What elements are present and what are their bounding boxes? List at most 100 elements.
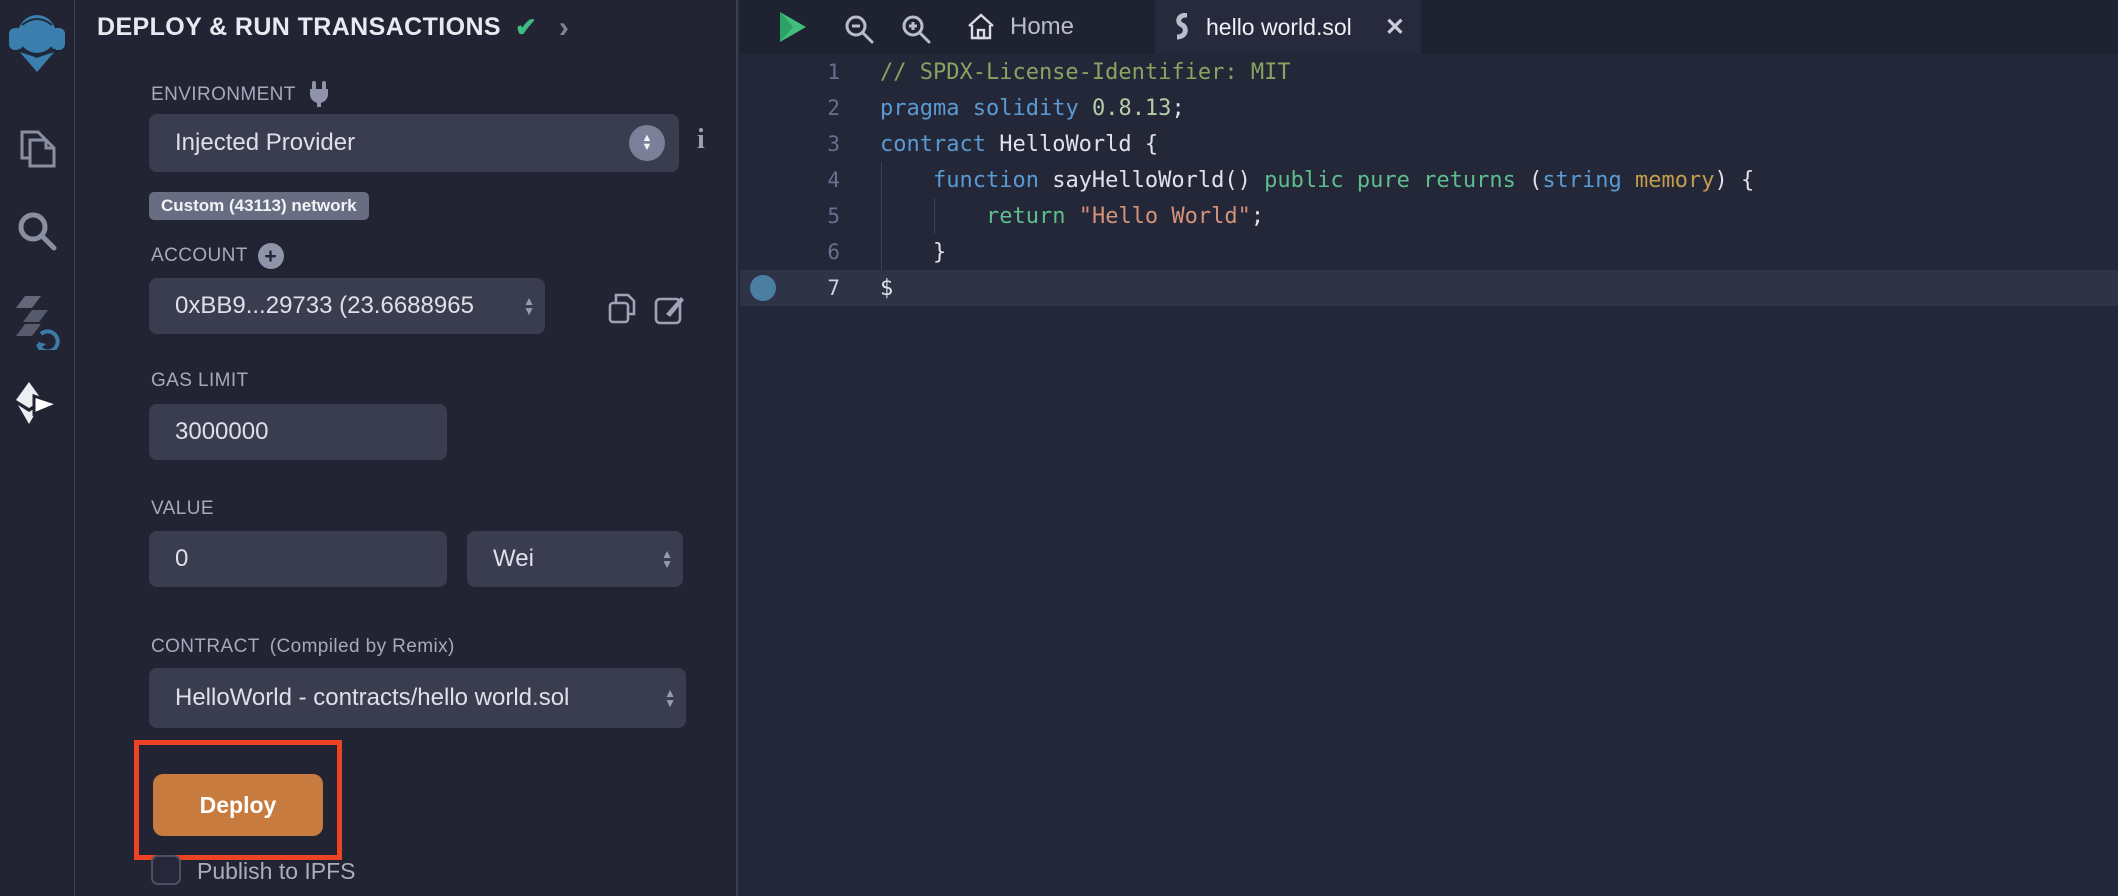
indent-guide [934,198,935,234]
environment-value: Injected Provider [175,129,355,157]
tab-home[interactable]: Home [948,0,1092,54]
code-line-6[interactable]: 6 } [740,234,2118,270]
deploy-run-icon[interactable] [0,380,74,428]
deploy-run-panel: DEPLOY & RUN TRANSACTIONS ✔ › ENVIRONMEN… [75,0,738,896]
icon-rail [0,0,75,896]
run-script-icon[interactable] [774,9,810,45]
edit-account-icon[interactable] [653,292,687,326]
value-amount: 0 [175,545,188,573]
code-token: $ [880,276,893,301]
success-check-icon: ✔ [515,12,537,43]
line-number: 1 [786,60,840,84]
file-explorer-icon[interactable] [0,126,74,172]
code-text: function sayHelloWorld() public pure ret… [840,168,1754,193]
remix-logo-icon[interactable] [0,10,74,76]
add-account-icon[interactable]: + [258,243,284,269]
code-line-7[interactable]: 7$ [740,270,2118,306]
code-token: public [1264,168,1343,193]
code-token: solidity [973,96,1079,121]
account-select-arrows-icon[interactable]: ▲▼ [523,296,535,316]
contract-select-arrows-icon[interactable]: ▲▼ [664,688,676,708]
solidity-compiler-icon[interactable] [0,294,74,350]
breakpoint-margin[interactable] [740,275,786,301]
remix-ide-window: DEPLOY & RUN TRANSACTIONS ✔ › ENVIRONMEN… [0,0,2118,896]
value-input[interactable]: 0 [149,531,447,587]
line-number: 4 [786,168,840,192]
account-label-row: ACCOUNT + [151,243,284,269]
breakpoint-dot[interactable] [750,275,776,301]
line-number: 6 [786,240,840,264]
gas-limit-input[interactable]: 3000000 [149,404,447,460]
editor-tabbar: Home hello world.sol ✕ [740,0,2118,54]
code-text: return "Hello World"; [840,204,1264,229]
code-token [1410,168,1423,193]
code-token [1344,168,1357,193]
contract-select[interactable]: HelloWorld - contracts/hello world.sol ▲… [149,668,686,728]
contract-label-row: CONTRACT (Compiled by Remix) [151,636,455,658]
line-number: 7 [786,276,840,300]
code-token [1065,204,1078,229]
code-token: pragma [880,96,959,121]
panel-title: DEPLOY & RUN TRANSACTIONS [97,13,501,42]
code-line-2[interactable]: 2pragma solidity 0.8.13; [740,90,2118,126]
tab-file-label: hello world.sol [1206,14,1372,41]
code-token: string [1542,168,1621,193]
code-line-5[interactable]: 5 return "Hello World"; [740,198,2118,234]
environment-select-arrows-icon[interactable]: ▲▼ [629,125,665,161]
tab-hello-world-sol[interactable]: hello world.sol ✕ [1155,0,1421,54]
value-unit: Wei [493,545,534,573]
publish-ipfs-checkbox[interactable] [151,855,181,885]
code-token [880,204,986,229]
code-text: pragma solidity 0.8.13; [840,96,1185,121]
value-unit-select[interactable]: Wei ▲▼ [467,531,683,587]
code-token: returns [1423,168,1516,193]
gas-limit-value: 3000000 [175,418,268,446]
code-token: return [986,204,1065,229]
contract-label: CONTRACT [151,636,260,658]
code-token: ( [1516,168,1543,193]
environment-label-row: ENVIRONMENT [151,80,332,110]
code-line-1[interactable]: 1 // SPDX-License-Identifier: MIT [740,54,2118,90]
line-number: 3 [786,132,840,156]
deploy-button[interactable]: Deploy [153,774,323,836]
tab-home-label: Home [1010,13,1074,41]
zoom-in-icon[interactable] [900,13,932,45]
environment-info-icon[interactable]: i [697,124,705,156]
solidity-file-icon [1171,13,1193,41]
code-token: ) { [1715,168,1755,193]
code-text: // SPDX-License-Identifier: MIT [840,60,1291,85]
plug-icon [306,80,332,110]
publish-ipfs-label[interactable]: Publish to IPFS [197,858,356,885]
zoom-out-icon[interactable] [843,13,875,45]
copy-account-icon[interactable] [605,292,639,328]
home-icon [966,12,996,42]
code-text: contract HelloWorld { [840,132,1158,157]
account-select[interactable]: 0xBB9...29733 (23.6688965 ▲▼ [149,278,545,334]
code-text: } [840,240,946,265]
code-token: // SPDX-License-Identifier: MIT [880,60,1291,85]
code-token: "Hello World" [1079,204,1251,229]
search-icon[interactable] [0,208,74,254]
account-label: ACCOUNT [151,245,248,267]
code-line-4[interactable]: 4 function sayHelloWorld() public pure r… [740,162,2118,198]
contract-value: HelloWorld - contracts/hello world.sol [175,684,569,712]
code-token: 0.8.13 [1092,96,1171,121]
code-token: ; [1171,96,1184,121]
gas-limit-label: GAS LIMIT [151,370,249,392]
code-editor[interactable]: Home hello world.sol ✕ 1 // SPDX-License-… [740,0,2118,896]
code-token: sayHelloWorld() [1039,168,1264,193]
code-token: function [933,168,1039,193]
code-lines[interactable]: 1 // SPDX-License-Identifier: MIT 2pragma … [740,54,2118,306]
code-token [880,168,933,193]
code-token: HelloWorld { [986,132,1158,157]
collapse-chevron-icon[interactable]: › [559,17,569,39]
close-tab-icon[interactable]: ✕ [1385,13,1405,42]
code-line-3[interactable]: 3contract HelloWorld { [740,126,2118,162]
code-text: $ [840,276,893,301]
line-number: 5 [786,204,840,228]
code-token: ; [1251,204,1264,229]
value-label: VALUE [151,498,214,520]
environment-select[interactable]: Injected Provider ▲▼ [149,114,679,172]
contract-sublabel: (Compiled by Remix) [270,636,455,658]
unit-select-arrows-icon[interactable]: ▲▼ [661,549,673,569]
